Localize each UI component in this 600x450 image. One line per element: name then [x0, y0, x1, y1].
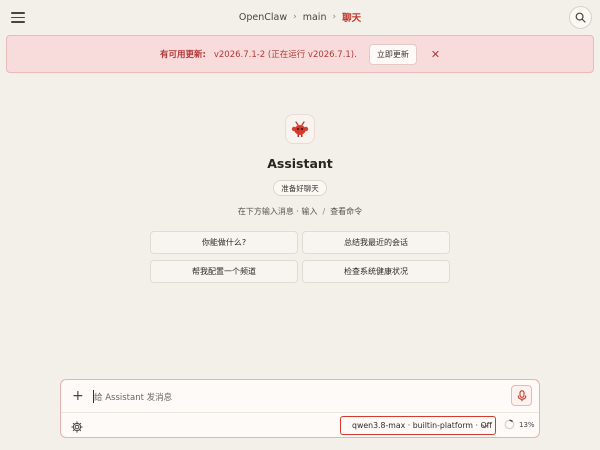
- hint-left: 在下方输入消息 · 输入: [237, 207, 318, 216]
- claw-mascot-icon: [291, 121, 309, 137]
- suggestion-check-health[interactable]: 检查系统健康状况: [302, 260, 450, 283]
- breadcrumb-current: 聊天: [342, 13, 362, 24]
- add-attachment-icon[interactable]: +: [72, 389, 84, 403]
- suggestion-summarize-sessions[interactable]: 总结我最近的会话: [302, 231, 450, 254]
- chevron-down-icon: [481, 424, 489, 429]
- breadcrumb-agent[interactable]: main: [303, 12, 327, 23]
- microphone-icon: [517, 389, 526, 401]
- context-usage: 13%: [504, 419, 535, 430]
- chevron-right-icon: ›: [332, 12, 337, 22]
- update-version: v2026.7.1-2 (正在运行 v2026.7.1).: [213, 50, 357, 60]
- hint-right: 查看命令: [330, 207, 363, 216]
- settings-button[interactable]: [71, 418, 83, 437]
- assistant-name: Assistant: [267, 156, 333, 171]
- update-now-button[interactable]: 立即更新: [368, 43, 417, 65]
- search-icon: [575, 12, 586, 23]
- context-usage-label: 13%: [519, 420, 535, 429]
- close-icon[interactable]: ✕: [431, 49, 440, 60]
- model-select-value: qwen3.8-max · builtin-platform · Off: [352, 421, 492, 430]
- message-input[interactable]: [94, 391, 494, 405]
- update-banner: 有可用更新: v2026.7.1-2 (正在运行 v2026.7.1). 立即更…: [6, 35, 594, 73]
- message-composer: + qwen3.8-max · builtin-platform · Off: [60, 379, 540, 438]
- assistant-avatar: [285, 114, 315, 144]
- update-label: 有可用更新:: [159, 50, 206, 60]
- model-select[interactable]: qwen3.8-max · builtin-platform · Off: [340, 416, 496, 435]
- chat-app: OpenClaw › main › 聊天 有可用更新: v2026.7.1-2 …: [0, 0, 600, 450]
- breadcrumb: OpenClaw › main › 聊天: [0, 10, 600, 25]
- search-button[interactable]: [569, 6, 592, 29]
- microphone-button[interactable]: [511, 385, 532, 406]
- suggestion-configure-channel[interactable]: 帮我配置一个频道: [150, 260, 298, 283]
- suggestion-what-can-you-do[interactable]: 你能做什么?: [150, 231, 298, 254]
- status-badge: 准备好聊天: [273, 180, 327, 196]
- chevron-right-icon: ›: [293, 12, 297, 22]
- composer-divider: [61, 412, 539, 413]
- context-usage-ring-icon: [504, 419, 515, 430]
- gear-icon: [71, 421, 83, 433]
- hint-separator: /: [322, 207, 326, 216]
- input-hint: 在下方输入消息 · 输入 / 查看命令: [0, 206, 600, 217]
- suggestion-grid: 你能做什么? 总结我最近的会话 帮我配置一个频道 检查系统健康状况: [150, 231, 450, 283]
- breadcrumb-workspace[interactable]: OpenClaw: [239, 12, 287, 23]
